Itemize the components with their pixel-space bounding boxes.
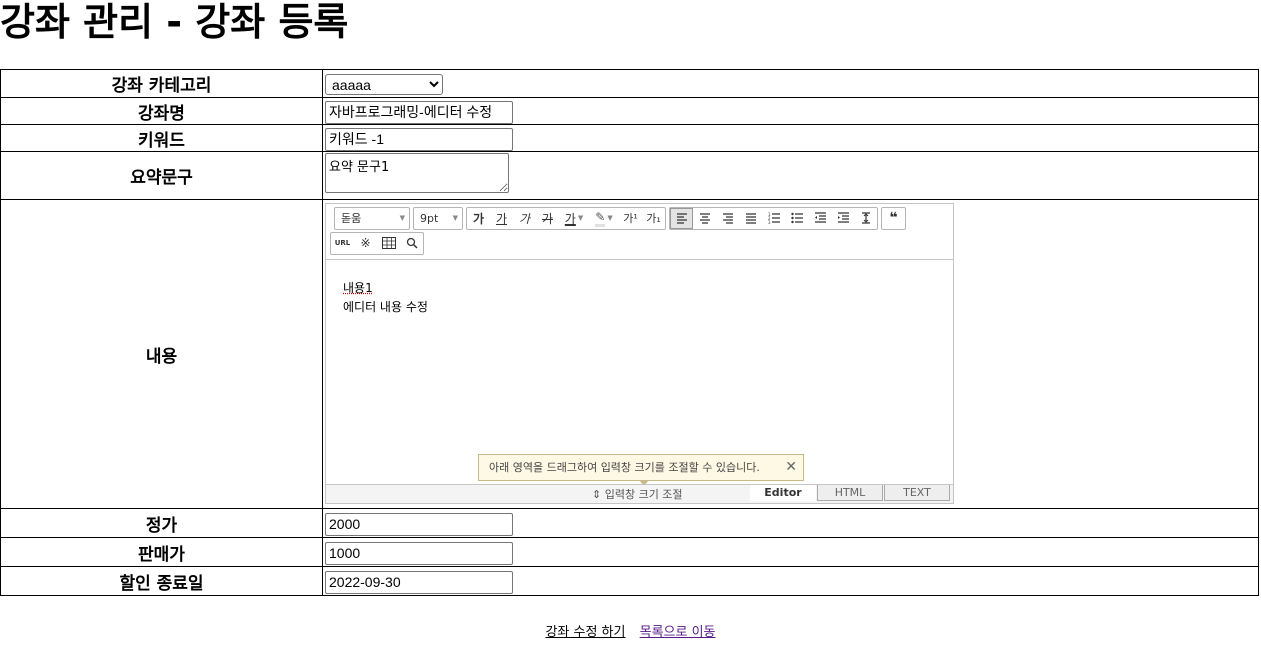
course-name-input[interactable]: 자바프로그래밍-에디터 수정 bbox=[325, 100, 513, 124]
svg-text:3: 3 bbox=[768, 220, 771, 224]
outdent-icon[interactable] bbox=[808, 208, 831, 229]
paragraph-group: 123 bbox=[669, 206, 878, 230]
strikethrough-button[interactable]: 가 bbox=[536, 208, 559, 229]
align-right-icon[interactable] bbox=[716, 208, 739, 229]
bold-button[interactable]: 가 bbox=[467, 208, 490, 229]
search-icon[interactable] bbox=[400, 233, 423, 254]
highlighter-icon: ✎ bbox=[595, 210, 606, 227]
align-center-icon[interactable] bbox=[693, 208, 716, 229]
align-left-icon[interactable] bbox=[670, 207, 693, 229]
font-size-dropdown[interactable]: 9pt ▼ bbox=[413, 206, 463, 230]
summary-textarea[interactable]: 요약 문구1 bbox=[325, 153, 509, 193]
align-justify-icon[interactable] bbox=[739, 208, 762, 229]
content-label: 내용 bbox=[0, 199, 323, 509]
url-link-button[interactable]: URL bbox=[331, 233, 354, 254]
action-links: 강좌 수정 하기 목록으로 이동 bbox=[0, 621, 1261, 640]
sale-price-input[interactable]: 1000 bbox=[325, 541, 513, 565]
rich-text-editor: 돋움 ▼ 9pt ▼ 가 가 가 가 가 ▼ ✎ ▼ 가¹ 가₁ 1 2 3 ❝… bbox=[325, 202, 954, 504]
editor-line: 내용1 bbox=[343, 280, 373, 295]
price-input[interactable]: 2000 bbox=[325, 512, 513, 536]
unordered-list-icon[interactable] bbox=[785, 208, 808, 229]
indent-icon[interactable] bbox=[831, 208, 854, 229]
chevron-down-icon: ▼ bbox=[607, 214, 613, 222]
insert-group: URL ※ bbox=[330, 231, 424, 255]
keyword-input[interactable]: 키워드 -1 bbox=[325, 127, 513, 151]
tab-editor[interactable]: Editor bbox=[750, 484, 816, 501]
resize-handle[interactable]: ⇕ 입력창 크기 조절 bbox=[592, 486, 683, 502]
quote-group: ❝ bbox=[881, 206, 906, 230]
course-form-table: 강좌 카테고리 aaaaa 강좌명 자바프로그래밍-에디터 수정 키워드 키워드… bbox=[0, 69, 1259, 596]
chevron-down-icon: ▼ bbox=[577, 214, 584, 222]
submit-course-link[interactable]: 강좌 수정 하기 bbox=[545, 625, 625, 640]
chevron-down-icon: ▼ bbox=[452, 214, 458, 222]
resize-tooltip: 아래 영역을 드래그하여 입력창 크기를 조절할 수 있습니다. ✕ bbox=[478, 453, 804, 486]
editor-line: 에디터 내용 수정 bbox=[343, 299, 428, 314]
keyword-label: 키워드 bbox=[0, 124, 323, 152]
sale-price-label: 판매가 bbox=[0, 537, 323, 567]
editor-mode-tabs: Editor HTML TEXT bbox=[749, 484, 950, 501]
close-icon[interactable]: ✕ bbox=[785, 455, 797, 480]
italic-button[interactable]: 가 bbox=[513, 208, 536, 229]
course-name-label: 강좌명 bbox=[0, 97, 323, 125]
tab-html[interactable]: HTML bbox=[817, 484, 883, 501]
text-style-group: 가 가 가 가 가 ▼ ✎ ▼ 가¹ 가₁ bbox=[466, 206, 666, 230]
category-label: 강좌 카테고리 bbox=[0, 69, 323, 98]
font-family-dropdown[interactable]: 돋움 ▼ bbox=[334, 206, 410, 230]
special-char-icon[interactable]: ※ bbox=[354, 233, 377, 254]
line-height-icon[interactable] bbox=[854, 208, 877, 229]
category-select[interactable]: aaaaa bbox=[325, 74, 443, 95]
superscript-button[interactable]: 가¹ bbox=[619, 208, 642, 229]
subscript-button[interactable]: 가₁ bbox=[642, 208, 665, 229]
price-label: 정가 bbox=[0, 508, 323, 538]
blockquote-button[interactable]: ❝ bbox=[882, 208, 905, 229]
summary-label: 요약문구 bbox=[0, 151, 323, 200]
back-to-list-link[interactable]: 목록으로 이동 bbox=[640, 625, 716, 640]
editor-toolbar: 돋움 ▼ 9pt ▼ 가 가 가 가 가 ▼ ✎ ▼ 가¹ 가₁ 1 2 3 ❝… bbox=[326, 203, 953, 260]
highlight-button[interactable]: ✎ ▼ bbox=[589, 208, 619, 229]
tab-text[interactable]: TEXT bbox=[884, 484, 950, 501]
editor-statusbar: ⇕ 입력창 크기 조절 Editor HTML TEXT bbox=[326, 483, 953, 503]
font-color-button[interactable]: 가 ▼ bbox=[559, 208, 589, 229]
ordered-list-icon[interactable]: 123 bbox=[762, 208, 785, 229]
discount-end-label: 할인 종료일 bbox=[0, 566, 323, 596]
discount-end-input[interactable]: 2022-09-30 bbox=[325, 570, 513, 594]
page-title: 강좌 관리 - 강좌 등록 bbox=[0, 0, 349, 44]
underline-button[interactable]: 가 bbox=[490, 208, 513, 229]
table-icon[interactable] bbox=[377, 233, 400, 254]
chevron-down-icon: ▼ bbox=[399, 214, 405, 222]
